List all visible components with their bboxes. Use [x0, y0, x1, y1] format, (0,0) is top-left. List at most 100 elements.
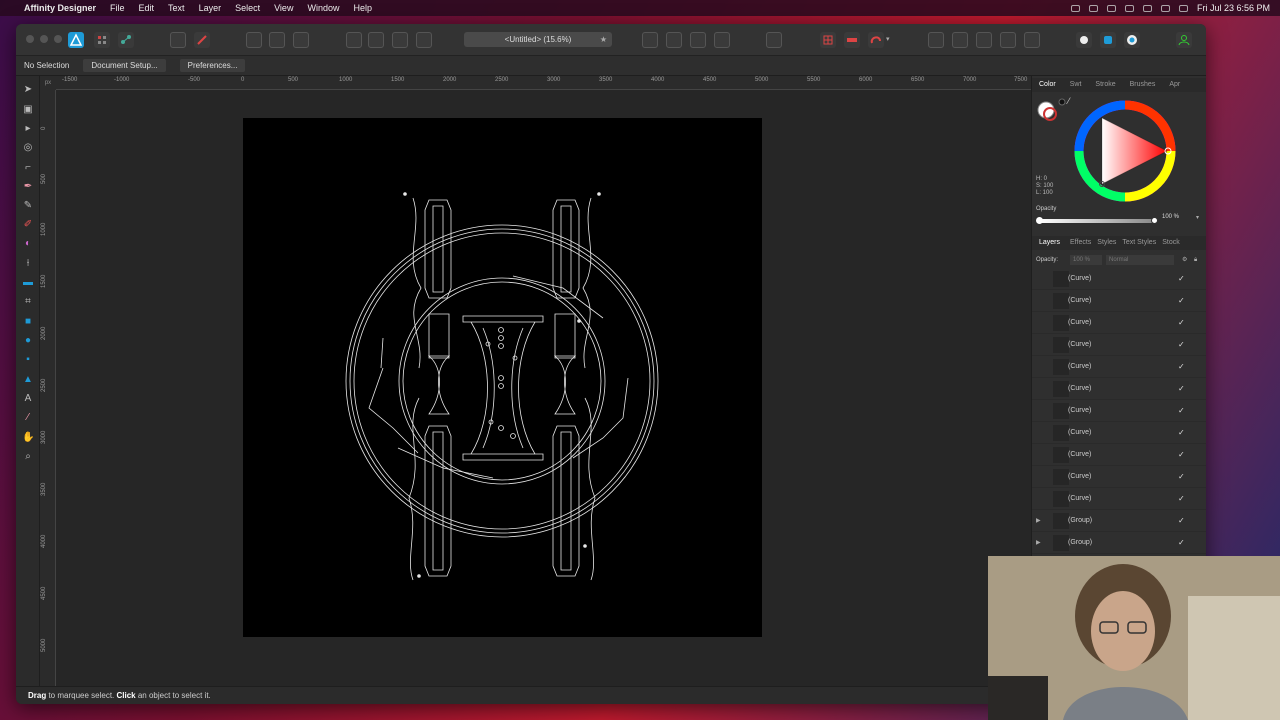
layer-row[interactable]: (Curve) ✓ [1032, 290, 1206, 312]
arrange-icon[interactable] [416, 32, 432, 48]
layer-row[interactable]: ▶ (Group) ✓ [1032, 532, 1206, 554]
layer-visibility-checkbox[interactable]: ✓ [1178, 488, 1185, 510]
expand-arrow-icon[interactable]: ▶ [1036, 532, 1041, 554]
layer-row[interactable]: (Curve) ✓ [1032, 444, 1206, 466]
color-wheel[interactable] [1072, 98, 1178, 204]
search-icon[interactable] [1160, 4, 1170, 12]
ruler-unit[interactable]: px [40, 76, 56, 90]
opacity-slider-handle[interactable] [1151, 217, 1158, 224]
layer-row[interactable]: (Curve) ✓ [1032, 356, 1206, 378]
transparency-tool-icon[interactable]: ⍿ [22, 258, 34, 270]
tab-color[interactable]: Color [1032, 78, 1063, 92]
document-title-tab[interactable]: <Untitled> (15.6%) ★ [464, 32, 612, 47]
tab-styles[interactable]: Styles [1094, 236, 1119, 250]
hand-tool-icon[interactable]: ✋ [22, 432, 34, 444]
boolean-divide-icon[interactable] [1024, 32, 1040, 48]
rectangle-tool-icon[interactable]: ■ [22, 316, 34, 328]
designer-persona-icon[interactable] [68, 32, 84, 48]
grid-icon[interactable] [820, 32, 836, 48]
menu-select[interactable]: Select [235, 3, 260, 13]
brush-persona-icon[interactable] [194, 32, 210, 48]
layer-visibility-checkbox[interactable]: ✓ [1178, 532, 1185, 554]
node-tool-icon[interactable]: ▸ [22, 123, 34, 135]
menu-window[interactable]: Window [307, 3, 339, 13]
arrange-icon[interactable] [368, 32, 384, 48]
fill-tool-icon[interactable]: ◐ [22, 238, 34, 250]
status-icon[interactable] [1088, 4, 1098, 12]
rotate-icon[interactable] [666, 32, 682, 48]
menu-layer[interactable]: Layer [199, 3, 222, 13]
layer-visibility-checkbox[interactable]: ✓ [1178, 334, 1185, 356]
star-icon[interactable]: ★ [600, 32, 607, 47]
layer-visibility-checkbox[interactable]: ✓ [1178, 466, 1185, 488]
menu-app-name[interactable]: Affinity Designer [24, 3, 96, 13]
layer-row[interactable]: (Curve) ✓ [1032, 268, 1206, 290]
vertical-ruler[interactable]: 0 500 1000 1500 2000 2500 3000 3500 4000… [40, 90, 56, 686]
studio-icon[interactable] [1100, 32, 1116, 48]
expand-arrow-icon[interactable]: ▶ [1036, 510, 1041, 532]
status-icon[interactable] [1070, 4, 1080, 12]
layer-row[interactable]: (Curve) ✓ [1032, 422, 1206, 444]
bluetooth-icon[interactable] [1106, 4, 1116, 12]
hourglass-artwork[interactable] [243, 118, 762, 637]
horizontal-ruler[interactable]: -1500 -1000 -500 0 500 1000 1500 2000 25… [56, 76, 1031, 90]
eyedropper-icon[interactable]: ⁄ [1068, 96, 1070, 106]
boolean-add-icon[interactable] [928, 32, 944, 48]
crop-tool-icon[interactable]: ⌗ [22, 296, 34, 308]
control-center-icon[interactable] [1178, 4, 1188, 12]
text-tool-icon[interactable]: A [22, 393, 34, 405]
layer-visibility-checkbox[interactable]: ✓ [1178, 510, 1185, 532]
fill-stroke-swatch[interactable] [1036, 98, 1066, 122]
layer-visibility-checkbox[interactable]: ✓ [1178, 290, 1185, 312]
boolean-intersect-icon[interactable] [976, 32, 992, 48]
layer-visibility-checkbox[interactable]: ✓ [1178, 356, 1185, 378]
layer-row[interactable]: (Curve) ✓ [1032, 400, 1206, 422]
move-tool-icon[interactable]: ➤ [22, 84, 34, 96]
opacity-slider[interactable] [1040, 219, 1155, 223]
chevron-down-icon[interactable]: ▾ [1196, 214, 1199, 221]
document-setup-button[interactable]: Document Setup... [83, 59, 166, 72]
geometry-icon[interactable] [293, 32, 309, 48]
layer-row[interactable]: (Curve) ✓ [1032, 334, 1206, 356]
menu-view[interactable]: View [274, 3, 293, 13]
menu-help[interactable]: Help [353, 3, 372, 13]
menubar-clock[interactable]: Fri Jul 23 6:56 PM [1197, 3, 1270, 13]
tab-stock[interactable]: Stock [1159, 236, 1183, 250]
menu-text[interactable]: Text [168, 3, 185, 13]
ellipse-tool-icon[interactable]: ● [22, 335, 34, 347]
layer-visibility-checkbox[interactable]: ✓ [1178, 422, 1185, 444]
layer-opacity-field[interactable]: 100 % [1070, 255, 1102, 265]
order-icon[interactable] [690, 32, 706, 48]
rounded-rect-tool-icon[interactable]: ▪ [22, 354, 34, 366]
zoom-tool-icon[interactable]: ⌕ [22, 451, 34, 463]
layer-visibility-checkbox[interactable]: ✓ [1178, 268, 1185, 290]
chevron-down-icon[interactable]: ▾ [886, 32, 894, 48]
gear-icon[interactable]: ⚙ [1182, 252, 1187, 268]
flip-icon[interactable] [642, 32, 658, 48]
lock-icon[interactable]: 🔒︎ [1194, 252, 1197, 268]
layer-visibility-checkbox[interactable]: ✓ [1178, 378, 1185, 400]
place-image-tool-icon[interactable]: ▬ [22, 277, 34, 289]
opacity-value[interactable]: 100 % [1162, 214, 1179, 220]
studio-icon[interactable] [1124, 32, 1140, 48]
transform-icon[interactable] [269, 32, 285, 48]
artboard-tool-icon[interactable]: ▣ [22, 104, 34, 116]
pixel-persona-icon[interactable] [94, 32, 110, 48]
preferences-button[interactable]: Preferences... [179, 59, 246, 72]
layer-row[interactable]: (Curve) ✓ [1032, 488, 1206, 510]
studio-icon[interactable] [1076, 32, 1092, 48]
close-window-button[interactable] [26, 35, 34, 43]
pencil-tool-icon[interactable]: ✎ [22, 200, 34, 212]
tab-effects[interactable]: Effects [1067, 236, 1094, 250]
tab-swatches[interactable]: Swt [1063, 78, 1089, 92]
zoom-window-button[interactable] [54, 35, 62, 43]
menu-file[interactable]: File [110, 3, 125, 13]
blend-mode-select[interactable]: Normal [1106, 255, 1174, 265]
tab-appearance[interactable]: Apr [1162, 78, 1187, 92]
layer-row[interactable]: (Curve) ✓ [1032, 466, 1206, 488]
wifi-icon[interactable] [1142, 4, 1152, 12]
assistant-icon[interactable] [170, 32, 186, 48]
layer-row[interactable]: (Curve) ✓ [1032, 312, 1206, 334]
layer-visibility-checkbox[interactable]: ✓ [1178, 444, 1185, 466]
order-icon[interactable] [714, 32, 730, 48]
